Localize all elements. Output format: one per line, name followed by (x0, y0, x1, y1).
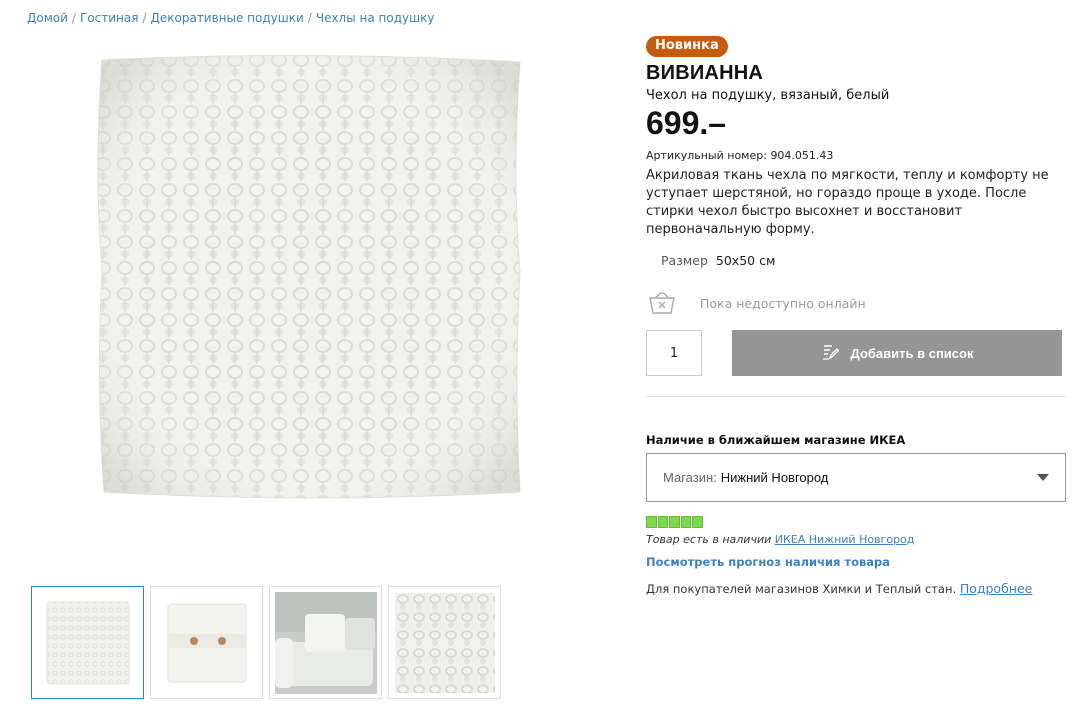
product-main-image[interactable] (92, 52, 532, 502)
thumbnail-strip (31, 586, 501, 699)
article-number-row: Артикульный номер: 904.051.43 (646, 149, 1066, 162)
thumbnail-front[interactable] (31, 586, 144, 699)
stock-store-link[interactable]: ИКЕА Нижний Новгород (775, 533, 915, 546)
product-name: ВИВИАННА (646, 62, 764, 84)
edit-list-icon (821, 343, 851, 364)
thumbnail-detail[interactable] (388, 586, 501, 699)
buy-row: 1 Добавить в список (646, 330, 1066, 376)
stock-bar-segment (669, 516, 680, 528)
thumbnail-interior[interactable] (269, 586, 382, 699)
stock-level-indicator (646, 516, 703, 528)
store-availability-heading: Наличие в ближайшем магазине ИКЕА (646, 433, 906, 447)
stock-bar-segment (680, 516, 692, 528)
new-badge: Новинка (646, 36, 728, 57)
breadcrumb-living-room[interactable]: Гостиная (80, 11, 138, 25)
breadcrumb-home[interactable]: Домой (27, 11, 68, 25)
product-price: 699.– (646, 105, 727, 141)
size-row: Размер 50x50 см (661, 253, 1066, 268)
store-select-value: Нижний Новгород (720, 470, 829, 485)
breadcrumb-pillow-covers[interactable]: Чехлы на подушку (316, 11, 435, 25)
store-select[interactable]: Магазин: Нижний Новгород (646, 453, 1066, 502)
store-select-label: Магазин: (663, 470, 717, 485)
article-number: 904.051.43 (770, 149, 834, 162)
online-availability: Пока недоступно онлайн (646, 288, 1066, 318)
stock-status-text: Товар есть в наличии (646, 533, 772, 546)
add-to-list-label: Добавить в список (850, 345, 974, 361)
product-info-panel: Новинка ВИВИАННА Чехол на подушку, вязан… (646, 34, 1066, 596)
breadcrumb-separator: / (307, 11, 312, 25)
size-label: Размер (661, 253, 708, 268)
stock-forecast-link[interactable]: Посмотреть прогноз наличия товара (646, 555, 1066, 569)
product-description: Чехол на подушку, вязаный, белый (646, 88, 890, 103)
online-unavailable-text: Пока недоступно онлайн (700, 295, 866, 311)
size-value: 50x50 см (715, 253, 776, 268)
more-info-link[interactable]: Подробнее (960, 581, 1033, 596)
store-note: Для покупателей магазинов Химки и Теплый… (646, 581, 1066, 596)
divider (646, 396, 1066, 397)
quantity-input[interactable]: 1 (646, 330, 702, 376)
add-to-list-button[interactable]: Добавить в список (732, 330, 1062, 376)
breadcrumb-separator: / (71, 11, 76, 25)
stock-bar-segment (657, 516, 669, 528)
breadcrumb-separator: / (142, 11, 147, 25)
product-long-description: Акриловая ткань чехла по мягкости, теплу… (646, 168, 1049, 237)
stock-bar-segment (692, 516, 703, 528)
article-number-label: Артикульный номер: (646, 149, 767, 162)
breadcrumb-decorative-pillows[interactable]: Декоративные подушки (150, 11, 303, 25)
stock-status: Товар есть в наличии ИКЕА Нижний Новгоро… (646, 533, 1066, 546)
stock-bar-segment (646, 516, 657, 528)
chevron-down-icon (1037, 474, 1049, 481)
thumbnail-back[interactable] (150, 586, 263, 699)
basket-cross-icon (646, 286, 678, 320)
breadcrumb: Домой / Гостиная / Декоративные подушки / Чехл… (27, 11, 434, 25)
store-note-text: Для покупателей магазинов Химки и Теплый… (646, 582, 957, 596)
